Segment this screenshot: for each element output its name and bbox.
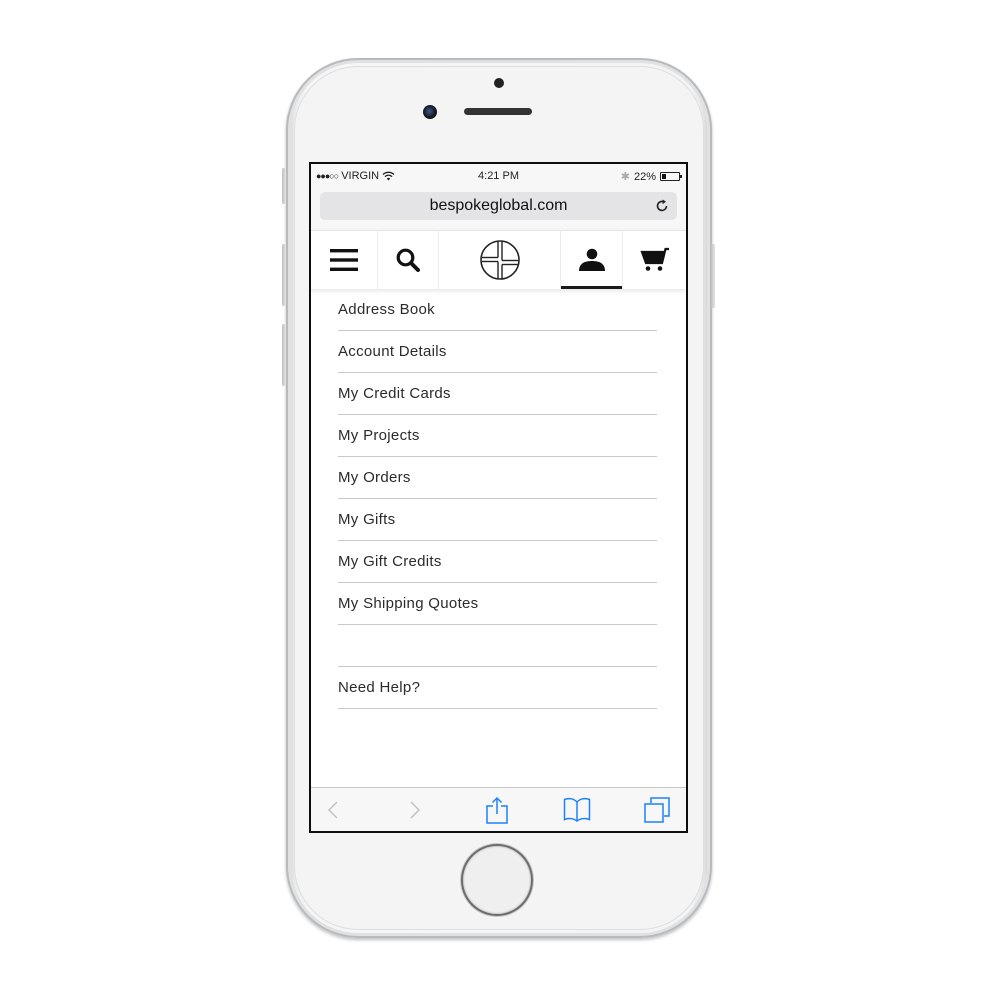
status-right: ✱ 22% (620, 170, 682, 183)
share-icon (486, 796, 508, 824)
menu-item-orders[interactable]: My Orders (338, 457, 657, 499)
status-bar: ●●●○○ VIRGIN 4:21 PM ✱ 22% (311, 164, 686, 188)
tabs-button[interactable] (635, 788, 679, 831)
menu-item-label: My Credit Cards (338, 385, 451, 402)
bespoke-logo-icon (479, 240, 520, 280)
bookmarks-button[interactable] (555, 788, 599, 831)
tabs-icon (644, 797, 670, 823)
chevron-left-icon (327, 801, 338, 819)
menu-item-label: My Gifts (338, 511, 396, 528)
battery-icon (660, 172, 682, 181)
earpiece-speaker (464, 108, 532, 115)
front-camera-icon (423, 105, 437, 119)
browser-toolbar (311, 787, 686, 831)
bluetooth-icon: ✱ (620, 171, 630, 183)
search-icon (396, 248, 420, 272)
forward-button[interactable] (393, 788, 437, 831)
volume-up-button (282, 244, 286, 306)
menu-item-gifts[interactable]: My Gifts (338, 499, 657, 541)
reload-icon[interactable] (654, 198, 670, 214)
menu-item-credit-cards[interactable]: My Credit Cards (338, 373, 657, 415)
chevron-right-icon (410, 801, 421, 819)
power-button (711, 244, 715, 308)
url-text[interactable]: bespokeglobal.com (320, 197, 677, 215)
site-nav (311, 230, 686, 289)
menu-divider-spacer (338, 625, 657, 667)
menu-item-label: Account Details (338, 343, 447, 360)
browser-address-area: bespokeglobal.com (311, 188, 686, 230)
back-button[interactable] (311, 788, 355, 831)
share-button[interactable] (475, 788, 519, 831)
menu-item-account-details[interactable]: Account Details (338, 331, 657, 373)
user-icon (578, 248, 605, 271)
menu-button[interactable] (311, 231, 378, 289)
volume-down-button (282, 324, 286, 386)
menu-item-label: My Orders (338, 469, 411, 486)
menu-item-label: Need Help? (338, 679, 421, 696)
cart-icon (639, 247, 669, 271)
mute-switch (282, 168, 286, 204)
battery-percent: 22% (633, 170, 656, 183)
cart-button[interactable] (623, 231, 686, 289)
account-menu: Address Book Account Details My Credit C… (338, 288, 657, 709)
logo-home-link[interactable] (439, 231, 561, 289)
menu-item-label: Address Book (338, 300, 435, 318)
menu-item-gift-credits[interactable]: My Gift Credits (338, 541, 657, 583)
proximity-sensor (494, 78, 504, 88)
menu-item-label: My Shipping Quotes (338, 595, 479, 612)
menu-item-projects[interactable]: My Projects (338, 415, 657, 457)
address-bar[interactable]: bespokeglobal.com (320, 192, 677, 220)
phone-screen: ●●●○○ VIRGIN 4:21 PM ✱ 22% bespokeglobal… (309, 162, 688, 833)
account-button[interactable] (561, 231, 623, 289)
menu-item-label: My Projects (338, 427, 420, 444)
book-icon (563, 797, 591, 822)
hamburger-icon (330, 249, 358, 271)
menu-item-shipping-quotes[interactable]: My Shipping Quotes (338, 583, 657, 625)
menu-item-label: My Gift Credits (338, 553, 442, 570)
menu-item-need-help[interactable]: Need Help? (338, 667, 657, 709)
menu-item-address-book[interactable]: Address Book (338, 288, 657, 331)
search-button[interactable] (378, 231, 439, 289)
home-button[interactable] (463, 846, 531, 914)
battery-level (662, 174, 666, 179)
